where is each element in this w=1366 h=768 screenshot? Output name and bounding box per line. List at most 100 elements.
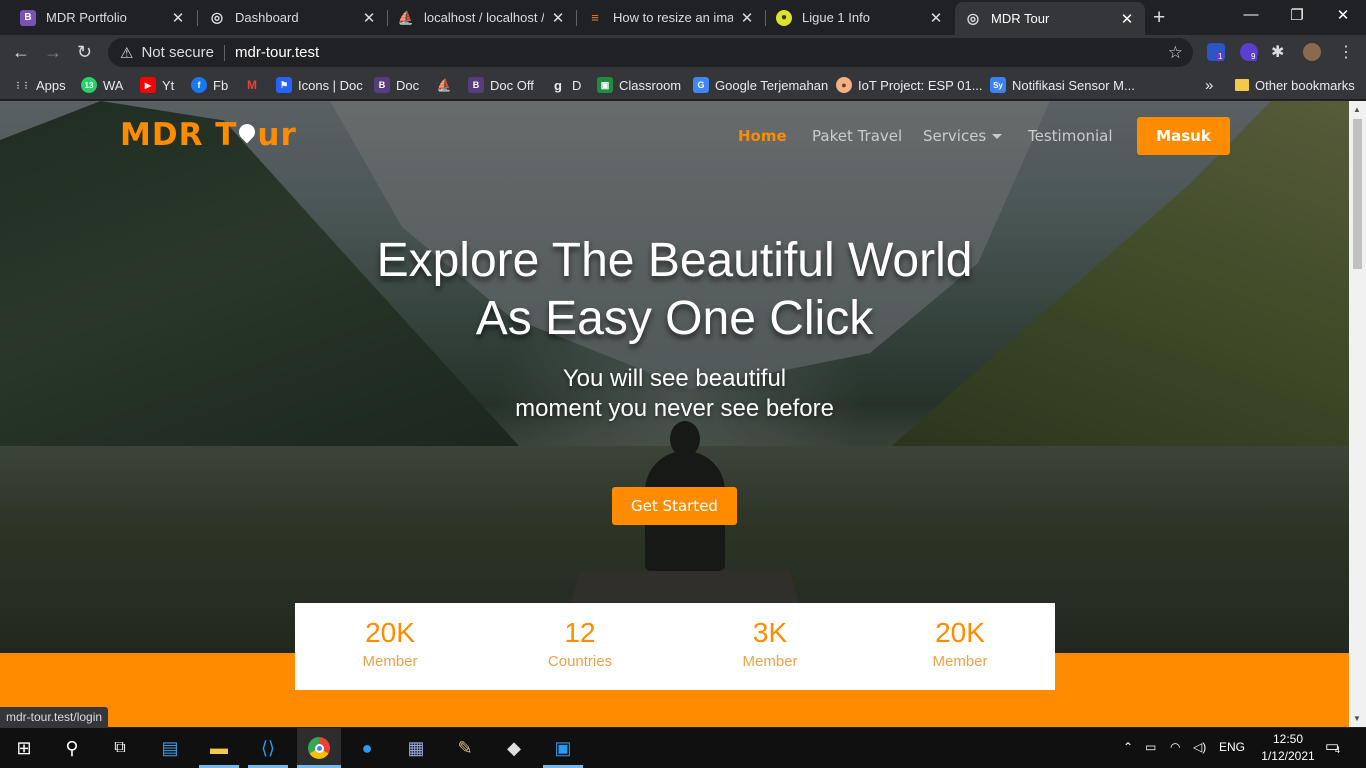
- browser-tab-bar: B MDR Portfolio ✕ ◎ Dashboard ✕ ⛵ localh…: [0, 0, 1366, 35]
- login-button[interactable]: Masuk: [1137, 117, 1230, 155]
- url-text[interactable]: mdr-tour.test: [235, 44, 319, 61]
- close-icon[interactable]: ✕: [361, 9, 377, 27]
- bookmark-iot[interactable]: ● IoT Project: ESP 01...: [836, 76, 983, 94]
- hero-title-line2: As Easy One Click: [475, 292, 874, 345]
- bookmark-translate[interactable]: G Google Terjemahan: [693, 76, 828, 94]
- bookmark-notifikasi[interactable]: Sy Notifikasi Sensor M...: [990, 76, 1135, 94]
- tray-chevron-up-icon[interactable]: ⌃: [1123, 740, 1133, 754]
- logo-text: ur: [257, 117, 297, 153]
- window-close-button[interactable]: ✕: [1333, 6, 1353, 24]
- vscode-icon[interactable]: ⟨⟩: [256, 736, 280, 760]
- bookmark-classroom[interactable]: ▣ Classroom: [597, 76, 681, 94]
- close-icon[interactable]: ✕: [550, 9, 566, 27]
- get-started-button[interactable]: Get Started: [612, 487, 737, 525]
- bookmark-apps[interactable]: ⋮⋮ Apps: [14, 76, 66, 94]
- caret-down-icon: [992, 134, 1003, 139]
- paint-icon[interactable]: ✎: [453, 736, 477, 760]
- search-icon[interactable]: ⚲: [60, 736, 84, 760]
- nav-home[interactable]: Home: [738, 127, 787, 145]
- tab-mdr-portfolio[interactable]: B MDR Portfolio ✕: [10, 4, 196, 31]
- hero-title-line1: Explore The Beautiful World: [376, 234, 973, 287]
- reload-icon[interactable]: ↻: [77, 42, 92, 63]
- bookmark-doc[interactable]: B Doc: [374, 76, 419, 94]
- warning-icon[interactable]: ⚠: [120, 44, 133, 62]
- extension-hexagon-icon[interactable]: 9: [1240, 43, 1258, 61]
- task-view-icon[interactable]: ⧉: [108, 736, 132, 760]
- git-icon[interactable]: ◆: [502, 736, 526, 760]
- stat-item: 12 Countries: [485, 603, 675, 690]
- bookmark-label: Google Terjemahan: [715, 77, 829, 93]
- bookmark-yt[interactable]: ▶ Yt: [140, 76, 174, 94]
- restore-button[interactable]: ❐: [1287, 6, 1307, 24]
- browser-toolbar: ← → ↻ ⚠ Not secure mdr-tour.test ☆ 1 9 ✱…: [0, 35, 1366, 70]
- tab-mdr-tour[interactable]: ◎ MDR Tour ✕: [955, 2, 1145, 35]
- tab-separator: [197, 10, 198, 26]
- movie-maker-icon[interactable]: ▣: [551, 736, 575, 760]
- bookmark-gmail[interactable]: M: [244, 76, 266, 94]
- minimize-button[interactable]: —: [1241, 6, 1261, 23]
- forward-arrow-icon[interactable]: →: [44, 42, 62, 63]
- snipping-icon[interactable]: ▦: [404, 736, 428, 760]
- bookmark-label: Fb: [213, 77, 229, 93]
- chrome-taskbar-button[interactable]: [297, 728, 341, 768]
- language-indicator[interactable]: ENG: [1219, 740, 1245, 754]
- bookmark-fb[interactable]: f Fb: [191, 76, 228, 94]
- wifi-icon[interactable]: ◠: [1170, 740, 1180, 754]
- close-icon[interactable]: ✕: [170, 9, 186, 27]
- bookmarks-overflow-button[interactable]: »: [1205, 76, 1213, 94]
- folder-icon: [1235, 79, 1249, 91]
- bookmark-wa[interactable]: 13 WA: [81, 76, 123, 94]
- scrollbar-thumb[interactable]: [1353, 119, 1362, 269]
- volume-icon[interactable]: ◁): [1193, 740, 1206, 754]
- site-logo[interactable]: MDR T ur: [120, 117, 297, 153]
- bookmark-star-icon[interactable]: ☆: [1168, 43, 1183, 63]
- file-explorer-icon[interactable]: ▬: [207, 736, 231, 760]
- back-arrow-icon[interactable]: ←: [12, 42, 30, 63]
- stat-label: Countries: [547, 653, 613, 670]
- extension-calendar-icon[interactable]: 1: [1207, 43, 1225, 61]
- close-icon[interactable]: ✕: [928, 9, 944, 27]
- tab-title: MDR Tour: [991, 11, 1050, 26]
- bookmarks-bar: ⋮⋮ Apps 13 WA ▶ Yt f Fb M ⚑ Icons | Doc B Doc …: [0, 70, 1366, 100]
- clock[interactable]: 12:50 1/12/2021: [1254, 731, 1322, 765]
- bootstrap-icon: B: [374, 77, 390, 93]
- bookmark-icons-doc[interactable]: ⚑ Icons | Doc: [276, 76, 363, 94]
- bookmark-doc-off[interactable]: B Doc Off: [468, 76, 534, 94]
- bookmark-label: Apps: [36, 77, 66, 93]
- tab-phpmyadmin[interactable]: ⛵ localhost / localhost / d ✕: [388, 4, 576, 31]
- nav-paket-travel[interactable]: Paket Travel: [812, 127, 902, 145]
- tab-ligue1[interactable]: ● Ligue 1 Info ✕: [766, 4, 954, 31]
- stat-label: Member: [932, 653, 988, 670]
- control-panel-icon[interactable]: ▤: [158, 736, 182, 760]
- stat-label: Member: [362, 653, 418, 670]
- menu-kebab-icon[interactable]: ⋮: [1338, 42, 1354, 62]
- tab-dashboard[interactable]: ◎ Dashboard ✕: [199, 4, 387, 31]
- bookmark-d[interactable]: gD: [550, 76, 581, 94]
- security-label[interactable]: Not secure: [141, 44, 214, 61]
- notification-center-icon[interactable]: ▭ 4: [1325, 737, 1340, 755]
- close-icon[interactable]: ✕: [1119, 10, 1135, 28]
- page-scrollbar[interactable]: ▲ ▼: [1349, 101, 1366, 727]
- puzzle-icon[interactable]: ✱: [1271, 42, 1284, 62]
- other-bookmarks[interactable]: Other bookmarks: [1235, 76, 1355, 94]
- nav-services[interactable]: Services: [923, 127, 1003, 145]
- edge-icon[interactable]: ●: [355, 736, 379, 760]
- iot-icon: ●: [836, 77, 852, 93]
- profile-avatar[interactable]: [1303, 43, 1321, 61]
- new-tab-button[interactable]: +: [1153, 6, 1165, 30]
- battery-icon[interactable]: ▭: [1145, 740, 1156, 754]
- tab-stackoverflow[interactable]: ≡ How to resize an image ✕: [577, 4, 765, 31]
- windows-start-icon[interactable]: ⊞: [12, 736, 36, 760]
- scroll-down-icon[interactable]: ▼: [1353, 714, 1361, 723]
- stat-label: Member: [742, 653, 798, 670]
- facebook-icon: f: [191, 77, 207, 93]
- clock-time: 12:50: [1272, 732, 1304, 746]
- stat-item: 20K Member: [865, 603, 1055, 690]
- nav-testimonial[interactable]: Testimonial: [1028, 127, 1113, 145]
- scroll-up-icon[interactable]: ▲: [1353, 105, 1361, 114]
- gh-icon: g: [554, 77, 562, 93]
- chrome-icon: [308, 737, 330, 759]
- address-bar[interactable]: ⚠ Not secure mdr-tour.test ☆: [108, 38, 1193, 67]
- bookmark-phpmyadmin[interactable]: ⛵: [436, 76, 458, 94]
- close-icon[interactable]: ✕: [739, 9, 755, 27]
